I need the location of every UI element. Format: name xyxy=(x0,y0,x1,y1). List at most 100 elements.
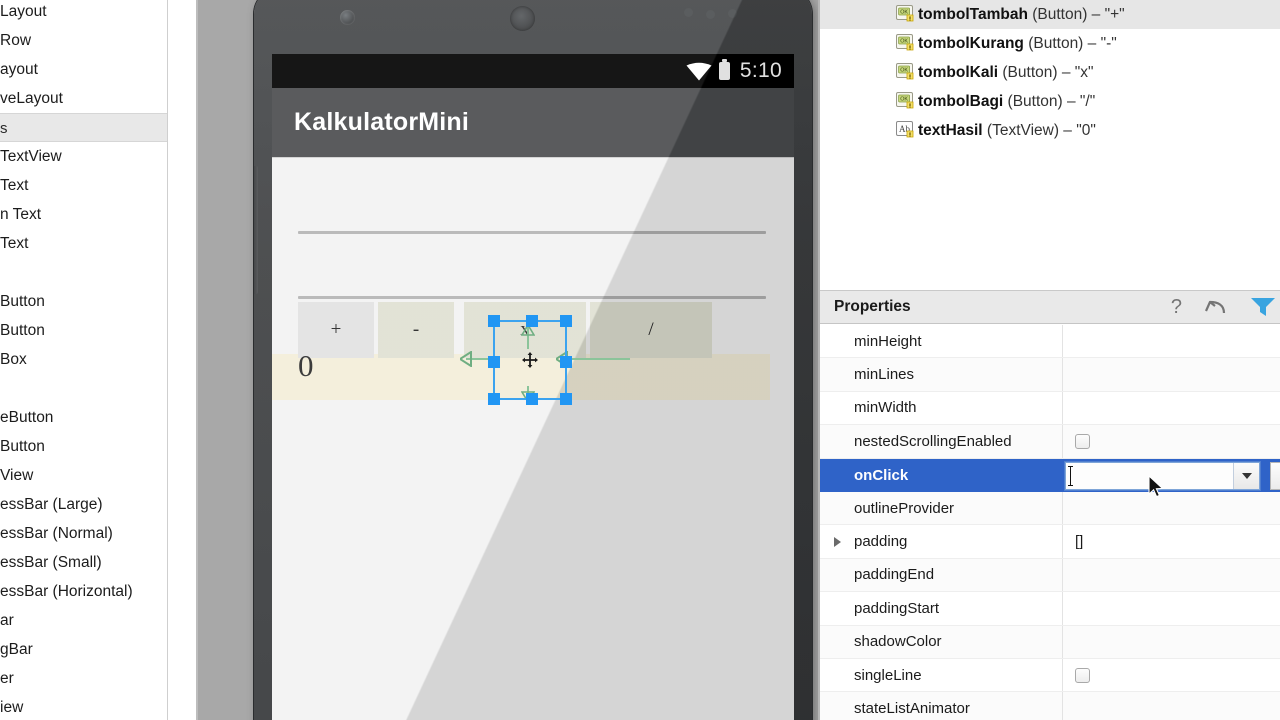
palette-item-24[interactable]: iew xyxy=(0,693,168,720)
property-row-padding[interactable]: padding[] xyxy=(820,525,1280,559)
property-name: nestedScrollingEnabled xyxy=(820,425,1063,458)
resize-handle-bottom-center[interactable] xyxy=(526,393,538,405)
property-value[interactable] xyxy=(1063,692,1280,720)
tree-row-label: tombolTambah (Button) – "+" xyxy=(918,6,1125,24)
edittext-angka2[interactable] xyxy=(298,296,766,299)
undo-icon[interactable] xyxy=(1204,297,1228,317)
property-row-minLines[interactable]: minLines xyxy=(820,358,1280,392)
property-row-outlineProvider[interactable]: outlineProvider xyxy=(820,491,1280,526)
android-status-bar: 5:10 xyxy=(272,54,794,88)
palette-item-7[interactable]: n Text xyxy=(0,200,168,229)
resize-handle-middle-left[interactable] xyxy=(488,356,500,368)
tree-row-tombolBagi[interactable]: OK tombolBagi (Button) – "/" xyxy=(820,87,1280,116)
palette-item-8[interactable]: Text xyxy=(0,229,168,258)
component-tree[interactable]: OK tombolTambah (Button) – "+" OK tombolKur… xyxy=(820,0,1280,285)
property-row-shadowColor[interactable]: shadowColor xyxy=(820,625,1280,659)
property-name: paddingEnd xyxy=(820,558,1063,592)
palette-item-2[interactable]: ayout xyxy=(0,55,168,84)
palette-item-16[interactable]: View xyxy=(0,461,168,490)
app-title: KalkulatorMini xyxy=(294,108,470,136)
palette-panel[interactable]: Layout Row ayout veLayout s TextView Text n Te… xyxy=(0,0,168,720)
palette-item-18[interactable]: essBar (Normal) xyxy=(0,519,168,548)
palette-item-23[interactable]: er xyxy=(0,664,168,693)
palette-item-11[interactable]: Button xyxy=(0,316,168,345)
resize-handle-bottom-left[interactable] xyxy=(488,393,500,405)
property-row-nestedScrollingEnabled[interactable]: nestedScrollingEnabled xyxy=(820,425,1280,459)
property-row-onClick[interactable]: onClick xyxy=(820,458,1280,492)
help-icon[interactable]: ? xyxy=(1171,297,1182,317)
palette-item-22[interactable]: gBar xyxy=(0,635,168,664)
selection-outline-tombolTambah[interactable] xyxy=(488,315,572,405)
property-value[interactable] xyxy=(1063,492,1280,524)
property-value[interactable] xyxy=(1063,626,1280,658)
palette-item-14[interactable]: eButton xyxy=(0,403,168,432)
battery-icon xyxy=(718,59,730,80)
palette-item-10[interactable]: Button xyxy=(0,287,168,316)
palette-item-0[interactable]: Layout xyxy=(0,0,168,26)
palette-item-20[interactable]: essBar (Horizontal) xyxy=(0,577,168,606)
property-row-minHeight[interactable]: minHeight xyxy=(820,325,1280,359)
property-name: padding xyxy=(820,525,1063,558)
tree-row-tombolKali[interactable]: OK tombolKali (Button) – "x" xyxy=(820,58,1280,87)
palette-item-13[interactable] xyxy=(0,374,168,403)
tree-row-tombolKurang[interactable]: OK tombolKurang (Button) – "-" xyxy=(820,29,1280,58)
property-value[interactable]: [] xyxy=(1063,525,1280,557)
app-layout-preview[interactable]: + - x / 0 xyxy=(272,157,794,720)
resize-handle-middle-right[interactable] xyxy=(560,356,572,368)
property-name: minHeight xyxy=(820,325,1063,358)
tree-row-textHasil[interactable]: Ab textHasil (TextView) – "0" xyxy=(820,116,1280,145)
tree-row-meta: (Button) – "+" xyxy=(1027,5,1125,23)
button-tombolKurang[interactable]: - xyxy=(378,302,454,358)
property-value[interactable] xyxy=(1063,392,1280,424)
property-value[interactable] xyxy=(1063,325,1280,357)
palette-item-21[interactable]: ar xyxy=(0,606,168,635)
property-name: minLines xyxy=(820,358,1063,391)
button-tombolBagi[interactable]: / xyxy=(590,302,712,358)
palette-item-12[interactable]: Box xyxy=(0,345,168,374)
expand-triangle-icon[interactable] xyxy=(834,537,841,548)
checkbox-singleLine[interactable] xyxy=(1075,667,1090,683)
properties-table[interactable]: minHeight minLines minWidth nestedScrolling… xyxy=(820,325,1280,720)
checkbox-nestedScrollingEnabled[interactable] xyxy=(1075,433,1090,449)
palette-item-1[interactable]: Row xyxy=(0,26,168,55)
design-canvas[interactable]: 5:10 KalkulatorMini + - x / 0 xyxy=(196,0,818,720)
property-value[interactable] xyxy=(1063,559,1280,591)
edittext-angka1[interactable] xyxy=(298,231,766,234)
filter-icon[interactable] xyxy=(1250,296,1276,318)
resize-handle-top-right[interactable] xyxy=(560,315,572,327)
property-value[interactable] xyxy=(1063,358,1280,390)
text-caret xyxy=(1068,465,1073,486)
palette-item-6[interactable]: Text xyxy=(0,171,168,200)
tree-row-meta: (TextView) – "0" xyxy=(982,121,1096,139)
right-panel: OK tombolTambah (Button) – "+" OK tombolKur… xyxy=(818,0,1280,720)
property-value[interactable] xyxy=(1063,592,1280,624)
resize-handle-bottom-right[interactable] xyxy=(560,393,572,405)
resize-handle-top-center[interactable] xyxy=(526,315,538,327)
button-warning-icon: OK xyxy=(896,34,915,53)
property-value[interactable] xyxy=(1063,425,1280,457)
palette-item-17[interactable]: essBar (Large) xyxy=(0,490,168,519)
textview-icon: Ab xyxy=(896,121,915,140)
palette-item-9[interactable] xyxy=(0,258,168,287)
property-row-singleLine[interactable]: singleLine xyxy=(820,658,1280,693)
resize-handle-top-left[interactable] xyxy=(488,315,500,327)
property-name: shadowColor xyxy=(820,625,1063,658)
property-row-paddingEnd[interactable]: paddingEnd xyxy=(820,558,1280,593)
device-side-button xyxy=(254,166,258,294)
property-row-paddingStart[interactable]: paddingStart xyxy=(820,592,1280,626)
onclick-browse-button[interactable] xyxy=(1270,461,1280,490)
chevron-down-icon[interactable] xyxy=(1233,462,1259,489)
move-handle-icon[interactable] xyxy=(522,352,538,368)
palette-list[interactable]: Layout Row ayout veLayout s TextView Text n Te… xyxy=(0,0,168,720)
property-row-stateListAnimator[interactable]: stateListAnimator xyxy=(820,692,1280,720)
property-row-minWidth[interactable]: minWidth xyxy=(820,391,1280,426)
palette-item-5[interactable]: TextView xyxy=(0,142,168,171)
property-value[interactable] xyxy=(1063,659,1280,691)
palette-item-3[interactable]: veLayout xyxy=(0,84,168,113)
tree-row-tomboTambah[interactable]: OK tombolTambah (Button) – "+" xyxy=(820,0,1280,29)
palette-item-15[interactable]: Button xyxy=(0,432,168,461)
palette-item-19[interactable]: essBar (Small) xyxy=(0,548,168,577)
palette-item-4[interactable]: s xyxy=(0,113,168,142)
textview-textHasil[interactable]: 0 xyxy=(298,348,314,384)
tree-row-id: tombolKurang xyxy=(918,34,1024,52)
